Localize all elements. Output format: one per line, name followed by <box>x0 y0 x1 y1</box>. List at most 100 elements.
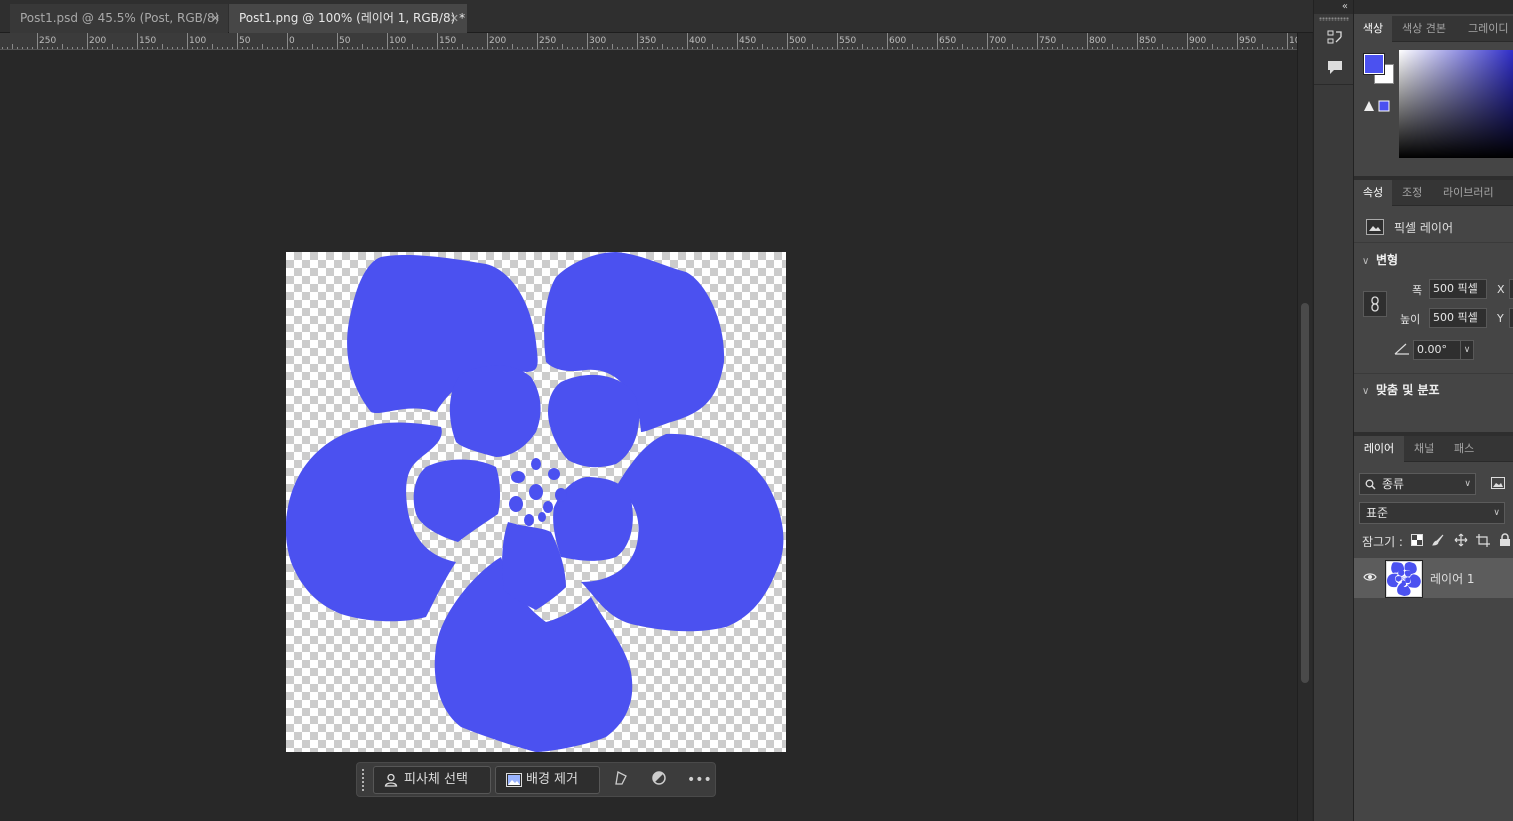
photoshop-window: Post1.psd @ 45.5% (Post, RGB/8) * ✕ Post… <box>0 0 1513 821</box>
chevron-down-icon: ∨ <box>1362 386 1370 397</box>
flower-image <box>286 252 784 752</box>
collapse-panels-icon[interactable]: « <box>1314 0 1354 14</box>
chevron-down-icon: ∨ <box>1362 256 1370 267</box>
angle-icon <box>1394 343 1409 355</box>
tab-layers[interactable]: 레이어 <box>1354 436 1404 463</box>
transform-icon[interactable] <box>611 770 631 790</box>
ruler-label: 650 <box>939 36 957 46</box>
tab-label: Post1.png @ 100% (레이어 1, RGB/8) * <box>239 11 466 25</box>
width-label: 폭 <box>1412 284 1423 297</box>
comment-icon[interactable] <box>1326 58 1344 76</box>
tab-channels[interactable]: 채널 <box>1414 436 1434 462</box>
tab-post1-psd[interactable]: Post1.psd @ 45.5% (Post, RGB/8) * ✕ <box>10 4 228 54</box>
tab-properties[interactable]: 속성 <box>1354 180 1392 207</box>
ruler-label: 300 <box>589 36 607 46</box>
angle-field[interactable]: 0.00° <box>1413 340 1461 360</box>
properties-panel-tabs: 속성 조정 라이브러리 <box>1354 180 1513 207</box>
history-icon[interactable] <box>1326 28 1344 46</box>
close-icon[interactable]: ✕ <box>211 4 220 33</box>
ruler-label: 850 <box>1139 36 1157 46</box>
adjustment-icon[interactable] <box>649 770 669 790</box>
ruler-label: 250 <box>39 36 57 46</box>
ruler-label: 150 <box>139 36 157 46</box>
lock-icon[interactable] <box>1499 533 1511 547</box>
height-label: 높이 <box>1400 313 1421 326</box>
pixel-layer-icon <box>1366 219 1384 235</box>
color-picker-field[interactable] <box>1399 50 1513 158</box>
horizontal-ruler: 250 200 150 100 50 0 50 100 150 200 250 300 350 400 45… <box>0 33 1297 50</box>
width-field[interactable]: 500 픽셀 <box>1429 279 1487 299</box>
vertical-scrollbar[interactable] <box>1297 33 1312 821</box>
remove-background-label: 배경 제거 <box>526 772 578 787</box>
link-dimensions-button[interactable] <box>1363 291 1387 317</box>
ruler-label: 400 <box>689 36 707 46</box>
layers-panel-tabs: 레이어 채널 패스 <box>1354 436 1513 463</box>
scrollbar-thumb[interactable] <box>1301 303 1309 683</box>
height-field[interactable]: 500 픽셀 <box>1429 308 1487 328</box>
foreground-color-swatch[interactable] <box>1363 53 1385 75</box>
ruler-label: 200 <box>489 36 507 46</box>
ruler-label: 700 <box>989 36 1007 46</box>
transform-section-header[interactable]: ∨ 변형 <box>1362 251 1398 268</box>
tab-paths[interactable]: 패스 <box>1454 436 1474 462</box>
x-label: X <box>1497 283 1505 296</box>
lock-label: 잠그기 : <box>1362 535 1403 549</box>
blend-mode-select[interactable]: 표준 ∨ <box>1359 502 1505 524</box>
ruler-label: 50 <box>339 36 351 46</box>
right-panels: 색상 색상 견본 그레이디 속성 조정 라이브러리 픽셀 레이어 ∨ 변형 폭 … <box>1353 0 1513 821</box>
brush-icon[interactable] <box>1432 534 1444 546</box>
ruler-label: 200 <box>89 36 107 46</box>
canvas-area[interactable]: 피사체 선택 배경 제거 ••• <box>0 50 1297 821</box>
ruler-label: 900 <box>1189 36 1207 46</box>
angle-dropdown[interactable]: ∨ <box>1460 340 1474 360</box>
tab-post1-png[interactable]: Post1.png @ 100% (레이어 1, RGB/8) * ✕ <box>229 4 467 33</box>
ruler-label: 0 <box>289 36 295 46</box>
ruler-label: 750 <box>1039 36 1057 46</box>
layer-filter-select[interactable]: 종류 ∨ <box>1359 473 1476 495</box>
search-icon <box>1365 479 1376 490</box>
color-panel-tabs: 색상 색상 견본 그레이디 <box>1354 16 1513 43</box>
ruler-label: 600 <box>889 36 907 46</box>
layer-kind-label: 픽셀 레이어 <box>1394 221 1454 235</box>
ruler-label: 50 <box>239 36 251 46</box>
filter-pixel-icon[interactable] <box>1491 477 1505 489</box>
tab-swatches[interactable]: 색상 견본 <box>1402 16 1446 42</box>
eye-icon[interactable] <box>1363 572 1377 582</box>
ruler-label: 150 <box>439 36 457 46</box>
ruler-label: 350 <box>639 36 657 46</box>
select-subject-label: 피사체 선택 <box>404 772 468 787</box>
tab-adjustments[interactable]: 조정 <box>1402 180 1422 206</box>
select-subject-button[interactable]: 피사체 선택 <box>373 766 491 794</box>
link-icon <box>1371 296 1379 312</box>
tab-gradients[interactable]: 그레이디 <box>1468 16 1508 42</box>
y-field[interactable] <box>1509 308 1513 328</box>
remove-background-button[interactable]: 배경 제거 <box>495 766 600 794</box>
person-icon <box>384 773 398 787</box>
panel-dock: « <box>1313 0 1354 821</box>
gamut-warning-icon[interactable] <box>1362 98 1396 114</box>
document-canvas[interactable] <box>286 252 786 752</box>
contextual-task-bar: 피사체 선택 배경 제거 ••• <box>356 762 716 797</box>
lock-transparent-icon[interactable] <box>1411 534 1423 546</box>
image-icon <box>506 773 522 787</box>
dock-grip[interactable] <box>1319 17 1349 21</box>
y-label: Y <box>1497 312 1504 325</box>
align-section-header[interactable]: ∨ 맞춤 및 분포 <box>1362 381 1440 398</box>
ruler-label: 450 <box>739 36 757 46</box>
layer-name: 레이어 1 <box>1430 572 1475 586</box>
ruler-label: 950 <box>1239 36 1257 46</box>
layer-row[interactable]: 레이어 1 <box>1354 558 1513 598</box>
tab-color[interactable]: 색상 <box>1354 16 1392 43</box>
more-icon[interactable]: ••• <box>687 770 712 790</box>
x-field[interactable] <box>1509 279 1513 299</box>
ruler-label: 10 <box>1289 36 1297 46</box>
close-icon[interactable]: ✕ <box>450 4 459 33</box>
layer-thumbnail <box>1385 560 1423 598</box>
tab-libraries[interactable]: 라이브러리 <box>1443 180 1494 206</box>
ruler-label: 250 <box>539 36 557 46</box>
move-icon[interactable] <box>1454 533 1468 547</box>
artboard-icon[interactable] <box>1476 534 1490 547</box>
drag-handle[interactable] <box>361 768 365 792</box>
ruler-label: 550 <box>839 36 857 46</box>
document-tab-bar: Post1.psd @ 45.5% (Post, RGB/8) * ✕ Post… <box>0 0 1313 54</box>
